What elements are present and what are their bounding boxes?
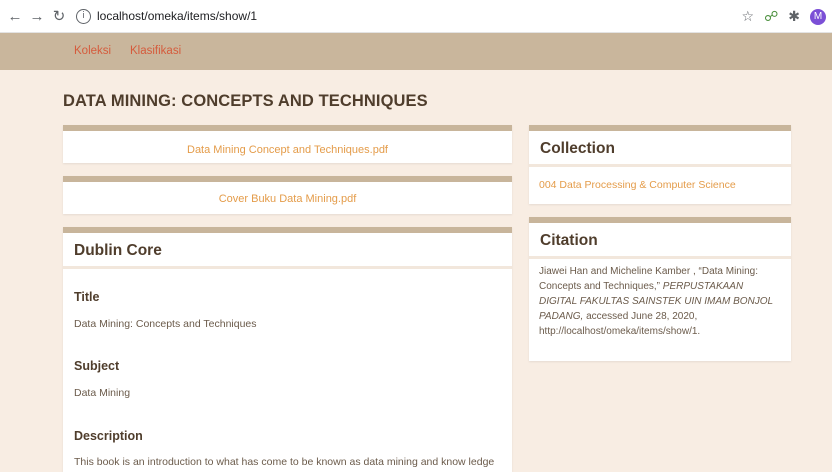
forward-arrow-icon[interactable]: → xyxy=(26,8,48,25)
browser-toolbar: ← → ↻ i localhost/omeka/items/show/1 ☆ ☍… xyxy=(0,0,832,33)
citation-heading: Citation xyxy=(540,232,598,249)
field-title-label: Title xyxy=(74,290,100,304)
citation-header: Citation xyxy=(529,223,791,259)
collection-header: Collection xyxy=(529,131,791,167)
puzzle-icon[interactable]: ✱ xyxy=(788,8,800,25)
dublin-core-card: Dublin Core Title Data Mining: Concepts … xyxy=(63,227,512,472)
citation-text: Jiawei Han and Micheline Kamber , “Data … xyxy=(539,264,782,339)
file-card-1: Data Mining Concept and Techniques.pdf xyxy=(63,125,512,163)
dublin-core-header: Dublin Core xyxy=(63,233,512,269)
citation-card: Citation Jiawei Han and Micheline Kamber… xyxy=(529,217,791,361)
star-icon[interactable]: ☆ xyxy=(742,8,755,25)
file-card-2: Cover Buku Data Mining.pdf xyxy=(63,176,512,214)
file-link-pdf[interactable]: Data Mining Concept and Techniques.pdf xyxy=(63,144,512,156)
collection-heading: Collection xyxy=(540,140,615,157)
field-description-value: This book is an introduction to what has… xyxy=(74,456,495,468)
nav-link-klasifikasi[interactable]: Klasifikasi xyxy=(130,45,181,57)
field-subject-label: Subject xyxy=(74,359,120,373)
back-arrow-icon[interactable]: ← xyxy=(4,8,26,25)
field-subject-value: Data Mining xyxy=(74,387,131,399)
browser-actions: ☆ ☍ ✱ M xyxy=(742,0,826,33)
reload-icon[interactable]: ↻ xyxy=(48,7,70,25)
citation-url: http://localhost/omeka/items/show/1. xyxy=(539,326,701,337)
nav-link-koleksi[interactable]: Koleksi xyxy=(74,45,111,57)
profile-avatar[interactable]: M xyxy=(810,8,826,25)
site-navigation: Koleksi Klasifikasi xyxy=(0,33,832,70)
collection-link[interactable]: 004 Data Processing & Computer Science xyxy=(539,179,736,191)
collection-card: Collection 004 Data Processing & Compute… xyxy=(529,125,791,204)
url-text[interactable]: localhost/omeka/items/show/1 xyxy=(97,9,257,23)
file-link-cover[interactable]: Cover Buku Data Mining.pdf xyxy=(63,193,512,205)
dublin-core-heading: Dublin Core xyxy=(74,242,162,259)
field-description-label: Description xyxy=(74,429,143,443)
field-title-value: Data Mining: Concepts and Techniques xyxy=(74,318,257,330)
citation-accessed: accessed June 28, 2020, xyxy=(586,311,698,322)
address-bar[interactable]: i localhost/omeka/items/show/1 xyxy=(76,5,257,27)
extension-icon[interactable]: ☍ xyxy=(764,8,778,25)
info-icon[interactable]: i xyxy=(76,8,91,24)
page-title: DATA MINING: CONCEPTS AND TECHNIQUES xyxy=(63,92,428,110)
